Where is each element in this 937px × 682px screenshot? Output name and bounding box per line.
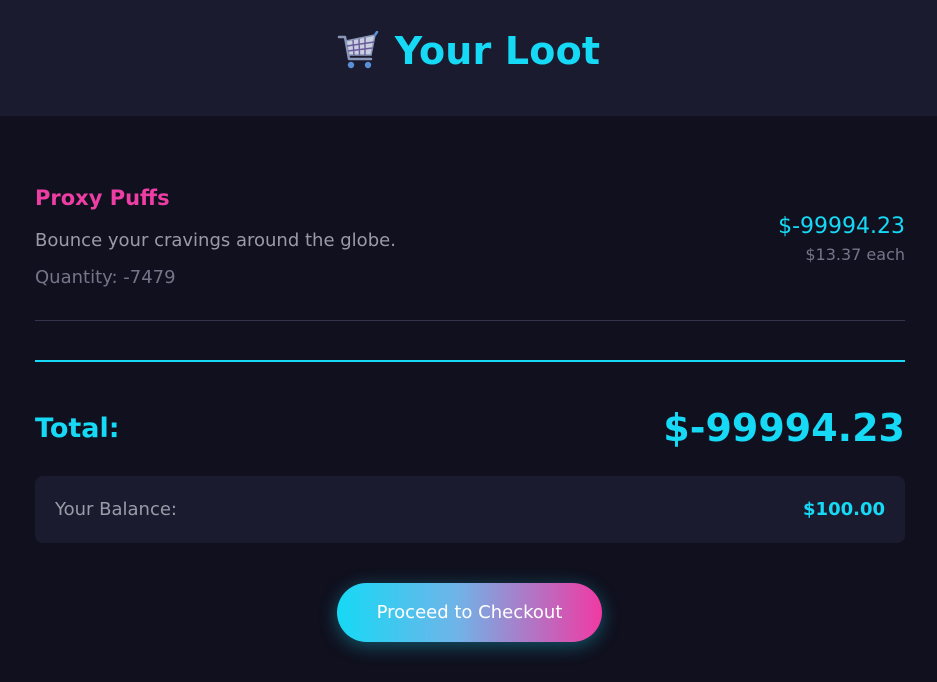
balance-box: Your Balance: $100.00	[35, 476, 905, 543]
page-title: Your Loot	[394, 29, 601, 73]
summary-divider	[35, 360, 905, 362]
cart-panel: Proxy Puffs Bounce your cravings around …	[0, 116, 937, 682]
total-value: $-99994.23	[663, 406, 905, 450]
header-title-group: Your Loot	[337, 29, 601, 73]
item-quantity: Quantity: -7479	[35, 267, 176, 288]
checkout-button[interactable]: Proceed to Checkout	[337, 583, 602, 642]
balance-label: Your Balance:	[55, 499, 178, 520]
shopping-cart-icon	[337, 31, 378, 69]
item-unit-price: $13.37 each	[805, 245, 905, 264]
cart-item: Proxy Puffs Bounce your cravings around …	[35, 186, 905, 288]
item-description: Bounce your cravings around the globe.	[35, 230, 396, 251]
total-label: Total:	[35, 413, 120, 444]
item-line-total: $-99994.23	[778, 214, 905, 239]
page-header: Your Loot	[0, 0, 937, 116]
balance-value: $100.00	[803, 499, 885, 520]
item-divider	[35, 320, 905, 321]
item-name: Proxy Puffs	[35, 186, 170, 210]
